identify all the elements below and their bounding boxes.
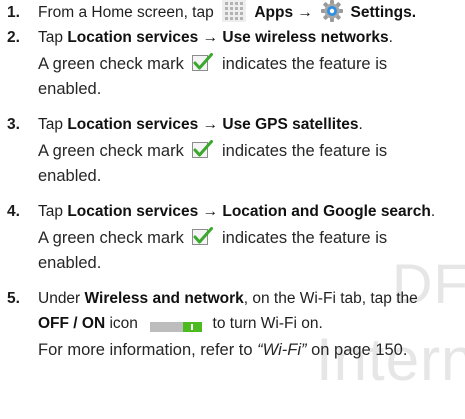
toggle-label: OFF / ON [38, 315, 106, 333]
desc-after: indicates the feature is [222, 142, 388, 161]
step-text-line-2: OFF / ON icon to turn Wi-Fi on. [38, 313, 465, 335]
manual-page: DF Internal 1. From a Home screen, tap [0, 0, 465, 419]
step-text: Tap Location services → Location and Goo… [38, 201, 465, 223]
menu-path: Location services → Use wireless network… [67, 29, 389, 47]
step-4: 4. Tap Location services → Location and … [0, 201, 465, 276]
settings-gear-icon [321, 0, 344, 22]
step-suffix: . [430, 203, 436, 221]
more-info-prefix: For more information, refer to [38, 341, 253, 360]
desc-after: indicates the feature is [222, 55, 388, 74]
desc-line-2: enabled. [38, 80, 102, 99]
desc-before: A green check mark [38, 142, 184, 161]
section-name: Wireless and network [84, 290, 244, 308]
green-check-icon [192, 53, 214, 72]
menu-path: Location services → Use GPS satellites [67, 116, 359, 134]
step-text: Tap Location services → Use GPS satellit… [38, 114, 465, 136]
toggle-switch-icon [150, 317, 203, 332]
green-check-icon [192, 227, 214, 246]
step-3: 3. Tap Location services → Use GPS satel… [0, 114, 465, 189]
instruction-steps: 1. From a Home screen, tap Apps → Settin… [0, 0, 465, 363]
icon-word: icon [109, 315, 138, 333]
apps-label: Apps → [254, 4, 313, 22]
step-prefix: Tap [38, 29, 63, 47]
step-number: 5. [7, 290, 20, 308]
step-number: 1. [7, 4, 20, 21]
step-number: 2. [7, 29, 20, 47]
green-check-icon [192, 140, 214, 159]
step-5: 5. Under Wireless and network, on the Wi… [0, 288, 465, 363]
step-text-start: From a Home screen, tap [38, 4, 214, 22]
apps-grid-icon [222, 0, 247, 22]
desc-line-2: enabled. [38, 167, 102, 186]
step-2: 2. Tap Location services → Use wireless … [0, 27, 465, 102]
desc-after: indicates the feature is [222, 229, 388, 248]
step-prefix: Under [38, 290, 81, 308]
menu-path: Location services → Location and Google … [67, 203, 431, 221]
step-text: Under Wireless and network, on the Wi-Fi… [38, 288, 465, 310]
step-suffix: . [358, 116, 363, 134]
more-info: For more information, refer to “Wi-Fi” o… [38, 338, 465, 363]
step-suffix: to turn Wi-Fi on. [212, 315, 323, 333]
step-number: 3. [7, 116, 20, 134]
step-suffix: , on the Wi-Fi tab, tap the [243, 290, 418, 308]
more-info-suffix: on page 150. [311, 341, 408, 360]
step-description: A green check mark indicates the feature… [38, 226, 465, 276]
settings-label: Settings. [350, 4, 416, 22]
step-prefix: Tap [38, 203, 63, 221]
step-text: From a Home screen, tap Apps → Settings. [38, 0, 465, 24]
step-description: A green check mark indicates the feature… [38, 139, 465, 189]
step-prefix: Tap [38, 116, 63, 134]
desc-line-2: enabled. [38, 254, 102, 273]
step-description: A green check mark indicates the feature… [38, 52, 465, 102]
step-number: 4. [7, 203, 20, 221]
desc-before: A green check mark [38, 55, 184, 74]
cross-reference: “Wi-Fi” [257, 341, 307, 360]
desc-before: A green check mark [38, 229, 184, 248]
step-suffix: . [388, 29, 393, 47]
step-text: Tap Location services → Use wireless net… [38, 27, 465, 49]
step-1: 1. From a Home screen, tap Apps → Settin… [0, 0, 465, 24]
